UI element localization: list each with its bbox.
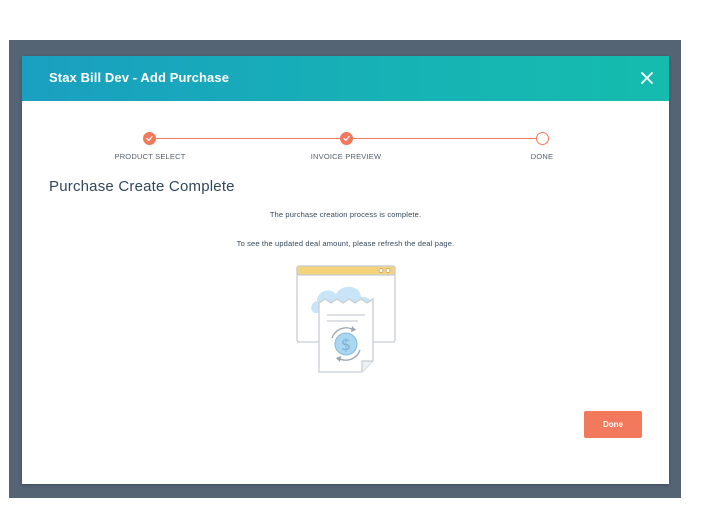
step-3-indicator bbox=[536, 132, 549, 145]
step-2-indicator bbox=[340, 132, 353, 145]
refresh-instruction: To see the updated deal amount, please r… bbox=[236, 239, 455, 248]
progress-stepper: PRODUCT SELECT INVOICE PREVIEW DONE bbox=[22, 132, 669, 172]
close-button[interactable] bbox=[637, 68, 657, 88]
add-purchase-modal: Stax Bill Dev - Add Purchase PRODUCT SEL… bbox=[22, 56, 669, 484]
modal-title: Stax Bill Dev - Add Purchase bbox=[49, 70, 230, 85]
completion-message: The purchase creation process is complet… bbox=[269, 210, 422, 219]
page: Stax Bill Dev - Add Purchase PRODUCT SEL… bbox=[0, 0, 718, 524]
step-2-label: INVOICE PREVIEW bbox=[310, 152, 382, 161]
done-button[interactable]: Done bbox=[584, 411, 642, 438]
checkmark-icon bbox=[146, 135, 153, 142]
close-icon bbox=[641, 72, 653, 84]
modal-header: Stax Bill Dev - Add Purchase bbox=[22, 56, 669, 101]
invoice-receipt-dollar-icon: $ bbox=[296, 265, 396, 375]
step-1-label: PRODUCT SELECT bbox=[114, 152, 186, 161]
step-3-label: DONE bbox=[530, 152, 554, 161]
step-1-indicator bbox=[143, 132, 156, 145]
page-title: Purchase Create Complete bbox=[49, 178, 235, 195]
svg-text:$: $ bbox=[341, 335, 351, 354]
checkmark-icon bbox=[343, 135, 350, 142]
